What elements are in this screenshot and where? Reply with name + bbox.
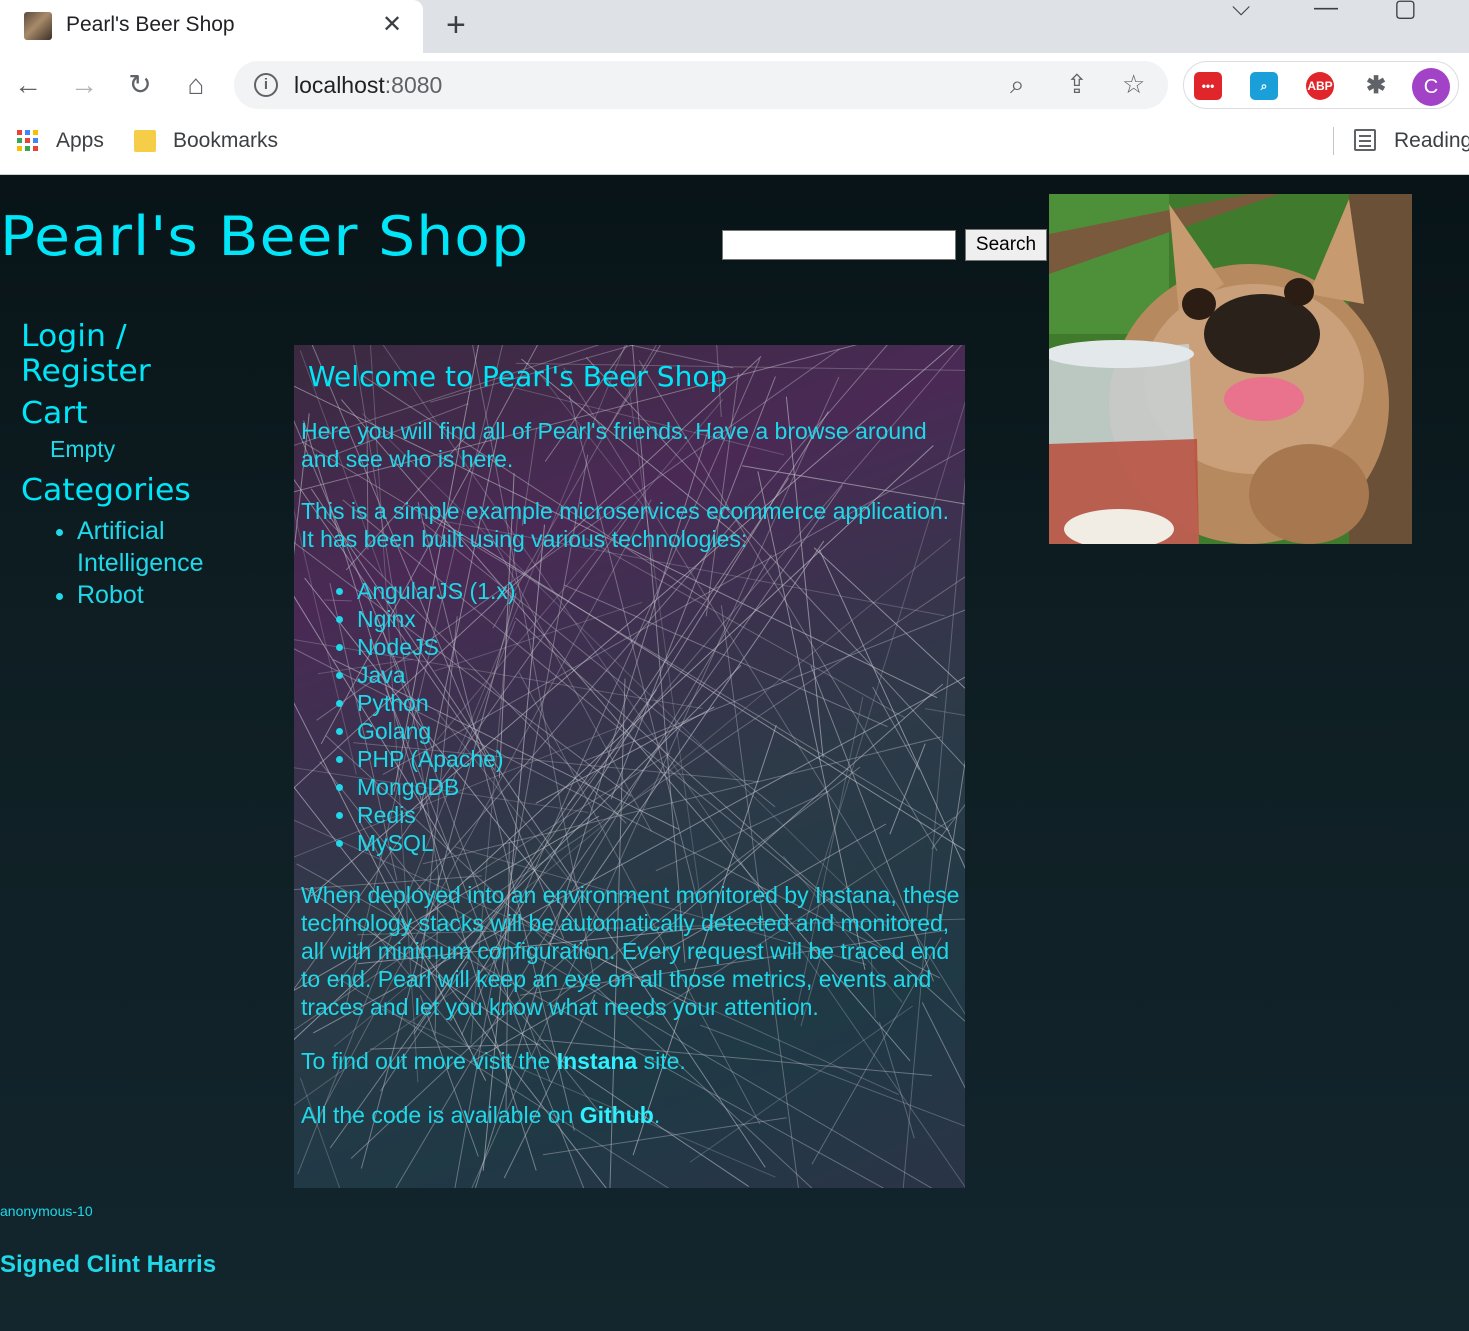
new-tab-button[interactable]: + [446,6,466,44]
category-list: Artificial Intelligence Robot [42,515,257,611]
browser-toolbar: ← → ↻ ⌂ i localhost:8080 ⌕ ⇪ ☆ ••• ⌕ ABP… [0,53,1469,117]
forward-icon[interactable]: → [64,65,104,105]
instana-link[interactable]: Instana [557,1048,638,1074]
categories-heading: Categories [21,473,191,508]
web-page: Pearl's Beer Shop Search Login / Register [0,175,1469,1331]
technology-list: AngularJS (1.x) Nginx NodeJS Java Python… [301,577,961,857]
extensions-puzzle-icon[interactable]: ✱ [1362,72,1390,100]
technology-item: Python [357,689,961,717]
intro-paragraph: Here you will find all of Pearl's friend… [301,418,927,472]
category-item-artificial-intelligence[interactable]: Artificial Intelligence [77,515,227,579]
dog-illustration [1049,194,1412,544]
technology-item: Redis [357,801,961,829]
lastpass-extension-icon[interactable]: ••• [1194,72,1222,100]
site-info-icon[interactable]: i [254,73,278,97]
tab-strip: Pearl's Beer Shop ✕ + ⌵ — ▢ [0,0,1469,53]
welcome-content: Welcome to Pearl's Beer Shop Here you wi… [301,345,961,1129]
browser-tab[interactable]: Pearl's Beer Shop ✕ [0,0,423,53]
reload-icon[interactable]: ↻ [120,65,160,105]
site-title: Pearl's Beer Shop [0,205,530,268]
github-link-paragraph: All the code is available on Github. [301,1102,661,1128]
folder-icon [134,130,156,152]
minimize-icon[interactable]: — [1314,0,1338,22]
address-bar[interactable]: i localhost:8080 ⌕ ⇪ ☆ [234,61,1168,109]
dog-favicon-icon [24,12,52,40]
tab-search-icon[interactable]: ⌵ [1232,0,1250,22]
close-tab-icon[interactable]: ✕ [382,10,402,40]
technology-item: Nginx [357,605,961,633]
adblock-plus-icon[interactable]: ABP [1306,72,1334,100]
login-register-link[interactable]: Login / Register [21,319,273,389]
signature: Signed Clint Harris [0,1251,217,1278]
url-text[interactable]: localhost:8080 [294,72,442,99]
instana-link-paragraph: To find out more visit the Instana site. [301,1048,686,1074]
technology-item: Java [357,661,961,689]
description-paragraph: This is a simple example microservices e… [301,498,950,552]
share-icon[interactable]: ⇪ [1066,69,1088,100]
category-item-robot[interactable]: Robot [77,579,257,611]
tab-title: Pearl's Beer Shop [66,13,235,36]
pearl-dog-photo [1049,194,1412,544]
bookmarks-bar: Apps Bookmarks Reading [0,117,1469,175]
sidebar: Login / Register Cart Empty Categories [21,319,261,508]
instana-paragraph: When deployed into an environment monito… [301,882,960,1020]
welcome-panel: Welcome to Pearl's Beer Shop Here you wi… [294,345,965,1188]
profile-avatar[interactable]: C [1412,68,1450,106]
search-input[interactable] [722,230,956,260]
welcome-heading: Welcome to Pearl's Beer Shop [308,360,728,393]
reading-list-label[interactable]: Reading [1394,129,1469,153]
technology-item: MySQL [357,829,961,857]
technology-item: Golang [357,717,961,745]
bookmark-star-icon[interactable]: ☆ [1122,69,1145,100]
technology-item: AngularJS (1.x) [357,577,961,605]
back-icon[interactable]: ← [8,65,48,105]
bookmarks-divider [1333,127,1334,155]
maximize-icon[interactable]: ▢ [1394,0,1417,23]
cart-status: Empty [50,436,116,462]
apps-grid-icon [17,130,39,152]
github-link[interactable]: Github [580,1102,654,1128]
reading-list-icon[interactable] [1354,129,1376,151]
technology-item: NodeJS [357,633,961,661]
technology-item: MongoDB [357,773,961,801]
home-icon[interactable]: ⌂ [176,65,216,105]
bookmark-apps[interactable]: Apps [56,129,104,153]
search-button[interactable]: Search [965,229,1047,261]
search-extension-icon[interactable]: ⌕ [1250,72,1278,100]
cart-link[interactable]: Cart [21,396,273,431]
zoom-icon[interactable]: ⌕ [1010,69,1025,101]
user-id-label: anonymous-10 [0,1203,93,1219]
technology-item: PHP (Apache) [357,745,961,773]
bookmark-folder[interactable]: Bookmarks [173,129,278,153]
